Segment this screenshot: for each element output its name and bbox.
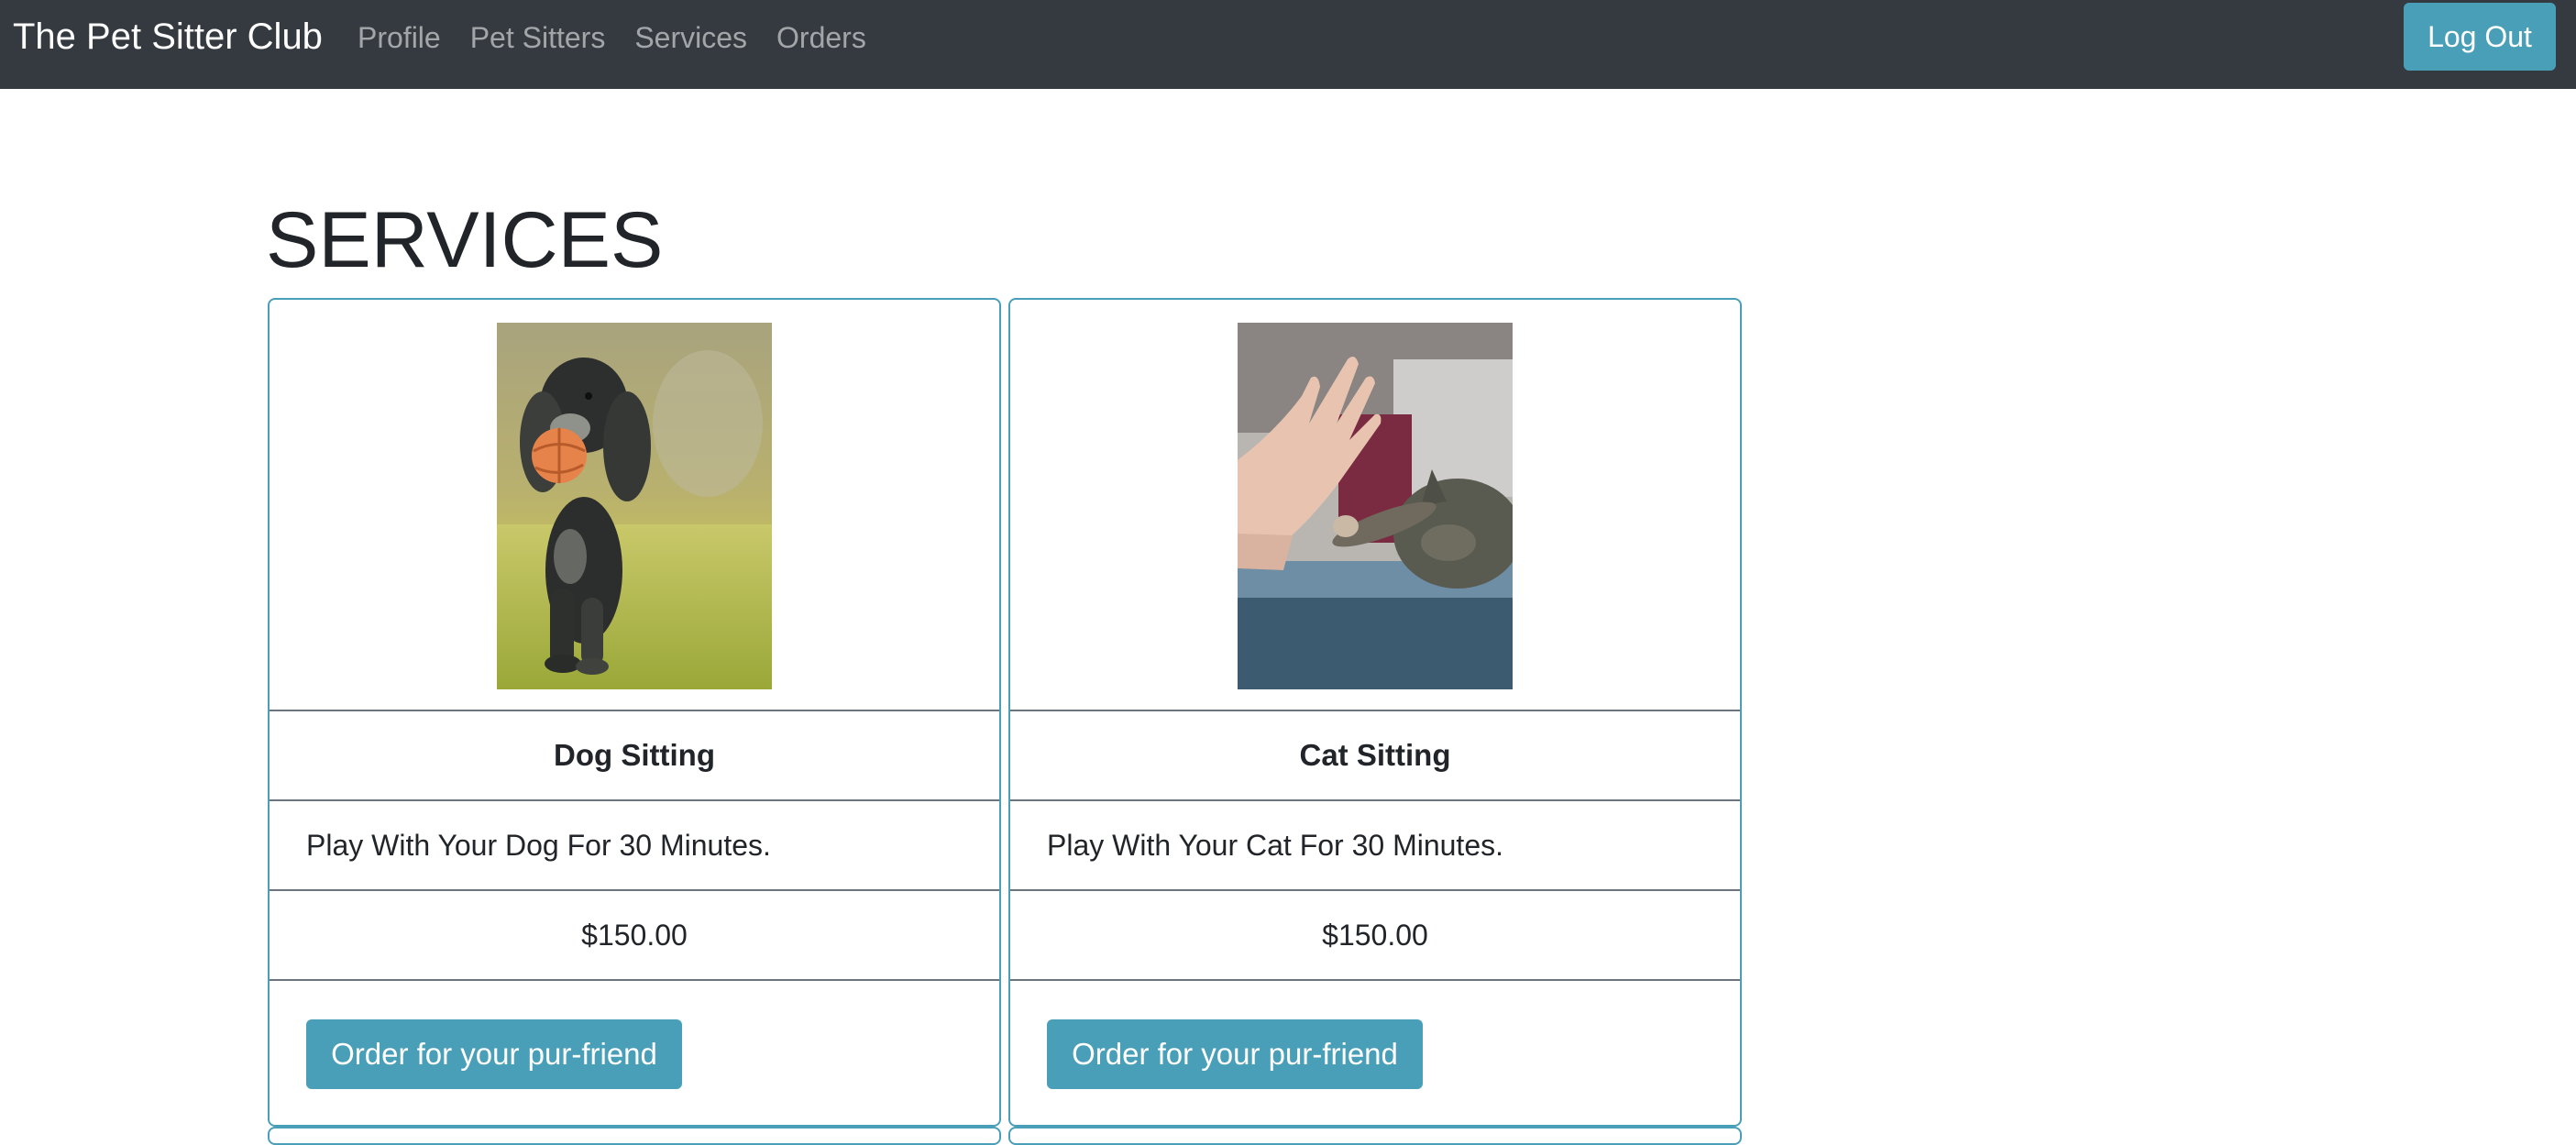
service-name: Cat Sitting xyxy=(1010,711,1740,801)
cat-high-five-photo xyxy=(1238,323,1513,689)
brand-link[interactable]: The Pet Sitter Club xyxy=(13,13,323,61)
service-image-area xyxy=(270,300,999,711)
service-price: $150.00 xyxy=(1010,891,1740,981)
service-card-cat: Cat Sitting Play With Your Cat For 30 Mi… xyxy=(1008,298,1742,1127)
nav-link-profile[interactable]: Profile xyxy=(358,17,441,58)
page-title: SERVICES xyxy=(266,196,664,284)
service-card-partial xyxy=(1008,1127,1742,1145)
service-card-dog: Dog Sitting Play With Your Dog For 30 Mi… xyxy=(268,298,1001,1127)
service-price: $150.00 xyxy=(270,891,999,981)
order-button[interactable]: Order for your pur-friend xyxy=(306,1019,682,1089)
nav-link-services[interactable]: Services xyxy=(634,17,747,58)
nav-links: Profile Pet Sitters Services Orders xyxy=(358,17,896,58)
dog-with-ball-photo xyxy=(497,323,772,689)
order-button[interactable]: Order for your pur-friend xyxy=(1047,1019,1423,1089)
service-card-partial xyxy=(268,1127,1001,1145)
logout-button[interactable]: Log Out xyxy=(2404,3,2556,71)
navbar: The Pet Sitter Club Profile Pet Sitters … xyxy=(0,0,2576,89)
service-description: Play With Your Cat For 30 Minutes. xyxy=(1010,801,1740,891)
service-name: Dog Sitting xyxy=(270,711,999,801)
nav-link-pet-sitters[interactable]: Pet Sitters xyxy=(470,17,606,58)
service-description: Play With Your Dog For 30 Minutes. xyxy=(270,801,999,891)
service-image-area xyxy=(1010,300,1740,711)
nav-link-orders[interactable]: Orders xyxy=(776,17,866,58)
